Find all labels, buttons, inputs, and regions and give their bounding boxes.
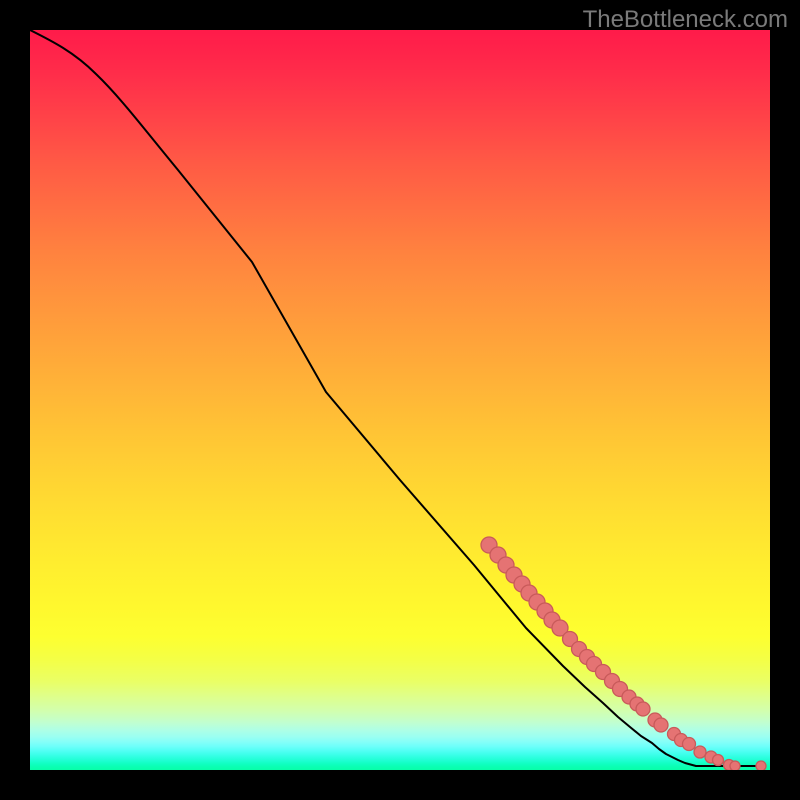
chart-container: TheBottleneck.com (0, 0, 800, 800)
chart-gradient-background (30, 30, 770, 770)
watermark-text: TheBottleneck.com (583, 6, 788, 34)
